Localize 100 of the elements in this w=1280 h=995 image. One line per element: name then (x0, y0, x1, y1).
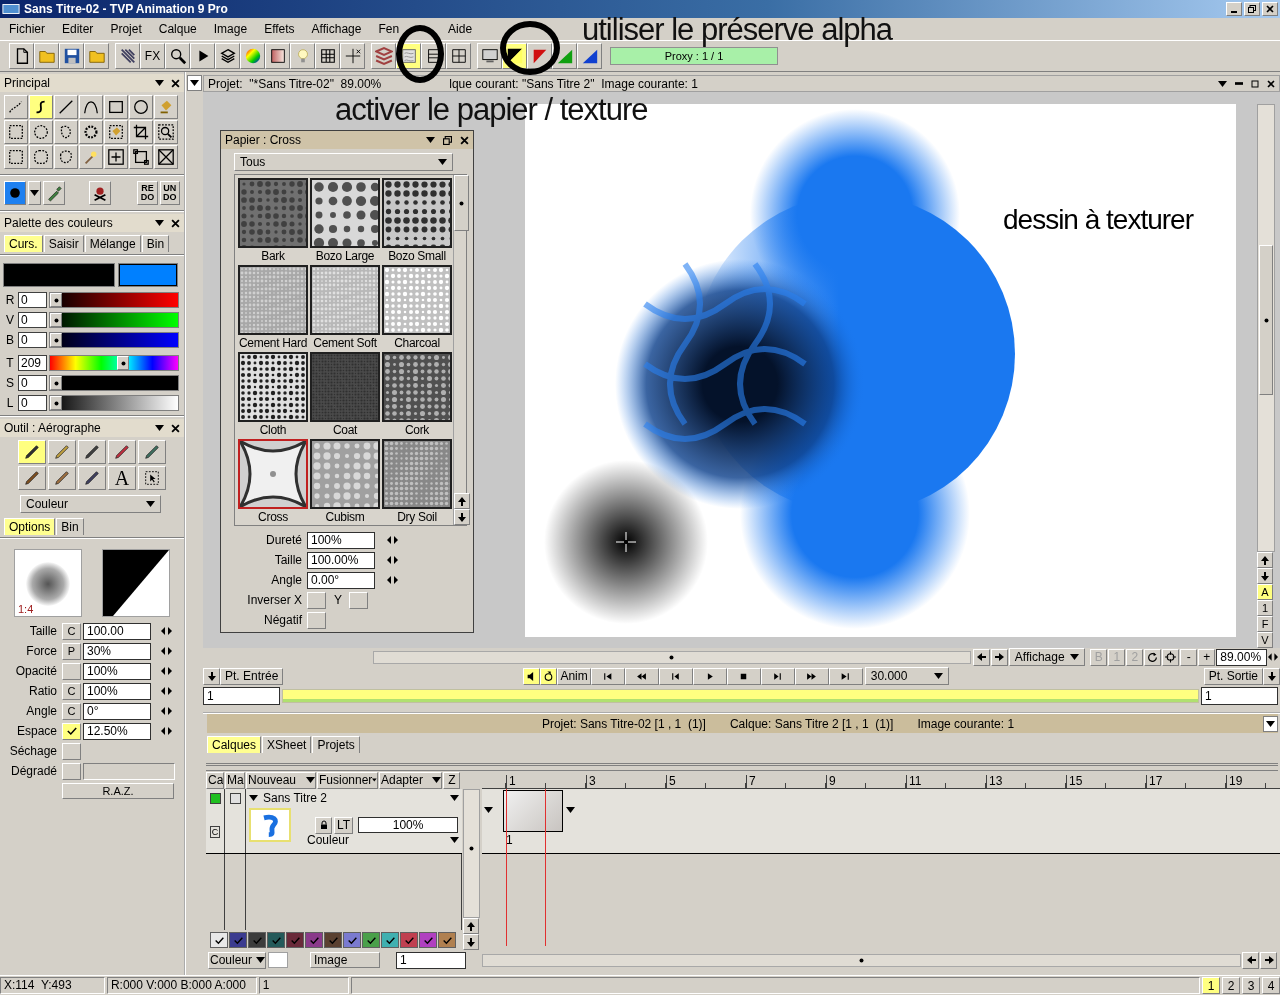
menu-item[interactable]: Image (204, 22, 256, 36)
light-table-button[interactable]: LT (334, 816, 354, 834)
blend-mode-select[interactable]: Couleur (307, 833, 350, 847)
start-frame-field[interactable]: 1 (203, 687, 280, 705)
ruler-number: 11 (906, 775, 986, 788)
frame-rate-select[interactable]: 30.000 (864, 667, 949, 685)
param-field[interactable]: 30% (83, 642, 151, 660)
palette-tab[interactable]: Curs. (4, 235, 43, 252)
param-label: Espace (15, 724, 58, 738)
panel-tab[interactable]: Projets (312, 736, 360, 753)
end-frame-field[interactable]: 1 (1201, 687, 1278, 705)
mode-toggle[interactable]: C (62, 702, 81, 720)
menu-item[interactable]: Calque (149, 22, 205, 36)
texture-label: Bozo Large (315, 249, 375, 263)
column-header: Z (443, 771, 460, 789)
param-field[interactable]: 100.00 (83, 622, 151, 640)
channel-label: L (5, 396, 15, 410)
channel-field[interactable]: 0 (18, 375, 47, 391)
redo-button[interactable]: RE DO (137, 181, 158, 205)
texture-label: Cubism (325, 510, 365, 524)
menu-item[interactable]: Fen (369, 22, 408, 36)
ruler-number: 9 (826, 775, 906, 788)
zoom-field[interactable]: 89.00% (1216, 648, 1267, 666)
tool-tab[interactable]: Options (4, 518, 56, 535)
frame-readout: 1 (258, 977, 349, 994)
texture-label: Cork (404, 423, 430, 437)
channel-field[interactable]: 209 (18, 355, 47, 371)
channel-field[interactable]: 0 (18, 332, 47, 348)
param-field[interactable]: 0° (83, 702, 151, 720)
menu-item[interactable]: Editer (53, 22, 102, 36)
param-field[interactable]: 100.00% (307, 551, 375, 569)
anim-button[interactable]: Anim (557, 667, 591, 685)
zoom-in-button[interactable]: + (1198, 648, 1216, 666)
annotation-text: activer le papier / texture (335, 93, 648, 127)
zoom-out-button[interactable]: - (1180, 648, 1198, 666)
in-point-button[interactable]: Pt. Entrée (220, 667, 284, 685)
layer-name: Sans Titre 2 (263, 791, 328, 805)
brush-ratio: 1:4 (18, 603, 34, 615)
opacity-field[interactable]: 100% (358, 817, 459, 833)
reset-button[interactable]: R.A.Z. (62, 783, 174, 799)
image-field[interactable]: 1 (396, 951, 466, 969)
text-tool-button[interactable]: A (108, 466, 136, 490)
page-button[interactable]: 1 (1202, 977, 1221, 994)
menu-item[interactable]: Projet (101, 22, 150, 36)
param-field[interactable]: 12.50% (83, 722, 151, 740)
mode-toggle[interactable]: P (62, 642, 81, 660)
menu-item[interactable]: Effets (255, 22, 303, 36)
out-point-button[interactable]: Pt. Sortie (1203, 667, 1263, 685)
tool-tab[interactable]: Bin (56, 518, 84, 535)
menu-item[interactable]: Affichage (302, 22, 370, 36)
display-select[interactable]: Affichage (1008, 648, 1085, 666)
palette-tab[interactable]: Saisir (43, 235, 84, 252)
mode-toggle[interactable]: C (62, 622, 81, 640)
channel-field[interactable]: 0 (18, 292, 47, 308)
channel-field[interactable]: 0 (18, 395, 47, 411)
project-info: Projet: "*Sans Titre-02" 89.00% (208, 76, 382, 91)
texture-label: Bozo Small (388, 249, 446, 263)
texture-label: Coat (332, 423, 358, 437)
undo-button[interactable]: UN DO (159, 181, 180, 205)
panel-tab[interactable]: Calques (207, 736, 262, 753)
page-button[interactable]: 2 (1222, 977, 1241, 994)
category-select[interactable]: Tous (234, 153, 453, 171)
param-label: Y (334, 593, 342, 607)
panel-title: Principal (4, 76, 51, 90)
param-field[interactable]: 100% (83, 662, 151, 680)
view-mode-button[interactable]: 1 (1257, 600, 1273, 616)
param-field[interactable]: 100% (83, 682, 151, 700)
frame-number: 1 (506, 833, 513, 847)
texture-label: Cement Hard (238, 336, 308, 350)
param-field[interactable]: 100% (307, 531, 375, 549)
layer-menu[interactable]: Adapter (379, 771, 442, 789)
channel-field[interactable]: 0 (18, 312, 47, 328)
layer-menu[interactable]: Nouveau (246, 771, 316, 789)
mode-toggle[interactable]: C (62, 682, 81, 700)
param-label: Angle (270, 573, 303, 587)
panel-title: Outil : Aérographe (4, 421, 101, 435)
menu-item[interactable]: Aide (439, 22, 481, 36)
view-mode-button[interactable]: V (1257, 632, 1273, 648)
ruler-number: 15 (1066, 775, 1146, 788)
param-label: Séchage (8, 744, 58, 758)
menu-item[interactable]: Fichier (0, 22, 53, 36)
view-mode-button[interactable]: F (1257, 616, 1273, 632)
ruler-number: 17 (1146, 775, 1226, 788)
view-mode-button[interactable]: A (1257, 584, 1273, 600)
param-label: Dégradé (9, 764, 58, 778)
palette-tab[interactable]: Mélange (84, 235, 141, 252)
page-button[interactable]: 3 (1242, 977, 1260, 994)
color-mode-select[interactable]: Couleur (208, 951, 266, 969)
layer-menu[interactable]: Fusionner (317, 771, 378, 789)
panel-tab[interactable]: XSheet (262, 736, 312, 753)
param-field[interactable]: 0.00° (307, 571, 375, 589)
channel-label: B (5, 333, 15, 347)
channel-label: R (4, 293, 16, 307)
mode-select[interactable]: Couleur (20, 495, 161, 513)
texture-label: Cross (258, 510, 288, 524)
ruler-number: 1 (506, 775, 586, 788)
palette-tab[interactable]: Bin (141, 235, 170, 252)
ruler-number: 3 (586, 775, 666, 788)
effects-button[interactable]: FX (140, 43, 165, 69)
page-button[interactable]: 4 (1262, 977, 1280, 994)
